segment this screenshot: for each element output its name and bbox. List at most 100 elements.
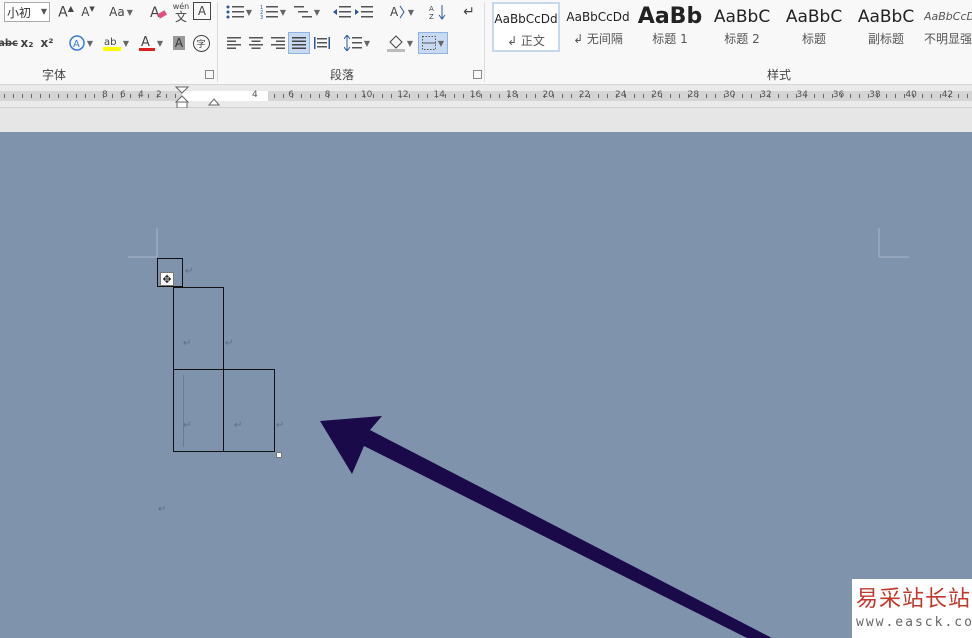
grow-font-button[interactable]: A▲ (56, 2, 76, 22)
justify-button[interactable] (288, 32, 310, 54)
ruler-tick (616, 94, 617, 98)
horizontal-ruler[interactable]: 8642468101214161820222426283032343638404… (0, 85, 972, 109)
ribbon: 小初 ▼ A▲ A▼ Aa ▼ A wén 文 A abc x₂ x² A ▼ ab… (0, 0, 972, 85)
style-subtle-emphasis[interactable]: AaBbCcDd 不明显强 (924, 2, 972, 52)
character-border-label: A (197, 4, 207, 18)
style-no-spacing[interactable]: AaBbCcDd ↲ 无间隔 (564, 2, 632, 52)
font-size-value: 小初 (7, 5, 32, 20)
align-center-button[interactable] (246, 33, 266, 53)
grow-font-icon: A▲ (58, 3, 74, 21)
paragraph-dialog-launcher-icon[interactable] (473, 70, 482, 79)
borders-button[interactable]: ▼ (418, 32, 448, 54)
document-page[interactable]: ✥ ↵ ↵ ↵ ↵ ↵ ↵ ↵ (2, 132, 972, 638)
ruler-number: 38 (869, 90, 881, 100)
clear-formatting-button[interactable]: A (148, 2, 168, 22)
show-hide-marks-button[interactable]: ↵ (460, 2, 478, 22)
increase-indent-button[interactable] (354, 2, 374, 22)
font-color-button[interactable]: A ▼ (136, 33, 166, 53)
ruler-tick (157, 94, 158, 98)
change-case-label: Aa (109, 5, 125, 19)
style-heading-2[interactable]: AaBbC 标题 2 (708, 2, 776, 52)
ruler-tick (715, 94, 716, 98)
ruler-tick (850, 94, 851, 98)
ruler-tick (823, 94, 824, 98)
shrink-font-button[interactable]: A▼ (78, 2, 98, 22)
document-top-gap (0, 108, 972, 132)
ruler-tick (967, 94, 968, 98)
style-normal[interactable]: AaBbCcDd ↲ 正文 (492, 2, 560, 52)
align-right-button[interactable] (268, 33, 288, 53)
ruler-tick (742, 94, 743, 98)
right-indent-marker-icon[interactable] (208, 95, 220, 107)
subscript-button[interactable]: x₂ (18, 33, 36, 53)
highlighter-icon: ab (102, 37, 121, 51)
ruler-tick (292, 94, 293, 98)
ruler-tick (427, 94, 428, 98)
enclose-characters-label: 字 (192, 34, 210, 52)
ruler-tick (58, 94, 59, 98)
sort-button[interactable]: AZ (428, 2, 448, 22)
character-shading-icon: A (172, 36, 186, 50)
phonetic-guide-button[interactable]: wén 文 (172, 0, 190, 24)
ruler-tick (31, 94, 32, 98)
superscript-button[interactable]: x² (38, 33, 56, 53)
style-sample: AaBbC (785, 7, 843, 27)
indent-marker-icon[interactable] (174, 85, 190, 109)
character-border-button[interactable]: A (193, 2, 211, 20)
ruler-tick (436, 94, 437, 98)
ruler-tick (931, 94, 932, 98)
text-direction-button[interactable]: A ▼ (386, 2, 416, 22)
ruler-tick (922, 94, 923, 98)
ruler-tick (670, 94, 671, 98)
style-subtitle[interactable]: AaBbC 副标题 (852, 2, 920, 52)
ruler-tick (283, 94, 284, 98)
decrease-indent-button[interactable] (332, 2, 352, 22)
ruler-tick (13, 94, 14, 98)
ruler-tick (607, 94, 608, 98)
align-left-button[interactable] (224, 33, 244, 53)
strikethrough-button[interactable]: abc (0, 33, 18, 53)
ruler-tick (499, 94, 500, 98)
ruler-tick (706, 94, 707, 98)
ruler-tick (805, 94, 806, 98)
distributed-button[interactable] (312, 33, 332, 53)
style-name: 不明显强 (924, 32, 972, 46)
ruler-tick (274, 94, 275, 98)
multilevel-list-button[interactable]: ▼ (292, 2, 322, 22)
bullets-button[interactable]: ▼ (224, 2, 254, 22)
text-highlight-button[interactable]: ab ▼ (100, 33, 132, 53)
paint-bucket-icon (386, 35, 405, 52)
svg-text:A: A (429, 5, 434, 13)
superscript-label: x² (40, 36, 54, 50)
ruler-number: 40 (905, 90, 917, 100)
watermark-title: 易采站长站 (856, 587, 972, 612)
line-spacing-icon (343, 35, 362, 51)
style-title[interactable]: AaBbC 标题 (780, 2, 848, 52)
line-spacing-button[interactable]: ▼ (342, 33, 372, 53)
ruler-tick (49, 94, 50, 98)
numbering-button[interactable]: 1 2 3 ▼ (258, 2, 288, 22)
font-size-select[interactable]: 小初 ▼ (4, 2, 50, 22)
ruler-tick (733, 94, 734, 98)
character-shading-button[interactable]: A (170, 33, 188, 53)
enclose-characters-button[interactable]: 字 (192, 33, 210, 53)
ruler-number: 42 (941, 90, 954, 100)
align-left-icon (227, 37, 241, 49)
ruler-tick (679, 94, 680, 98)
font-dialog-launcher-icon[interactable] (205, 70, 214, 79)
bullet-list-icon (226, 5, 244, 19)
ruler-tick (859, 94, 860, 98)
ruler-tick (760, 94, 761, 98)
ruler-tick (517, 94, 518, 98)
text-effects-button[interactable]: A ▼ (66, 33, 96, 53)
ruler-tick (562, 94, 563, 98)
shading-button[interactable]: ▼ (384, 33, 416, 53)
style-heading-1[interactable]: AaBb 标题 1 (636, 2, 704, 52)
font-color-icon: A (138, 35, 155, 51)
ruler-number: 10 (360, 90, 373, 100)
ruler-tick (814, 94, 815, 98)
change-case-button[interactable]: Aa ▼ (106, 2, 136, 22)
style-sample: AaBbCcDd (566, 10, 630, 24)
ruler-tick (103, 94, 104, 98)
svg-text:A: A (390, 5, 399, 19)
